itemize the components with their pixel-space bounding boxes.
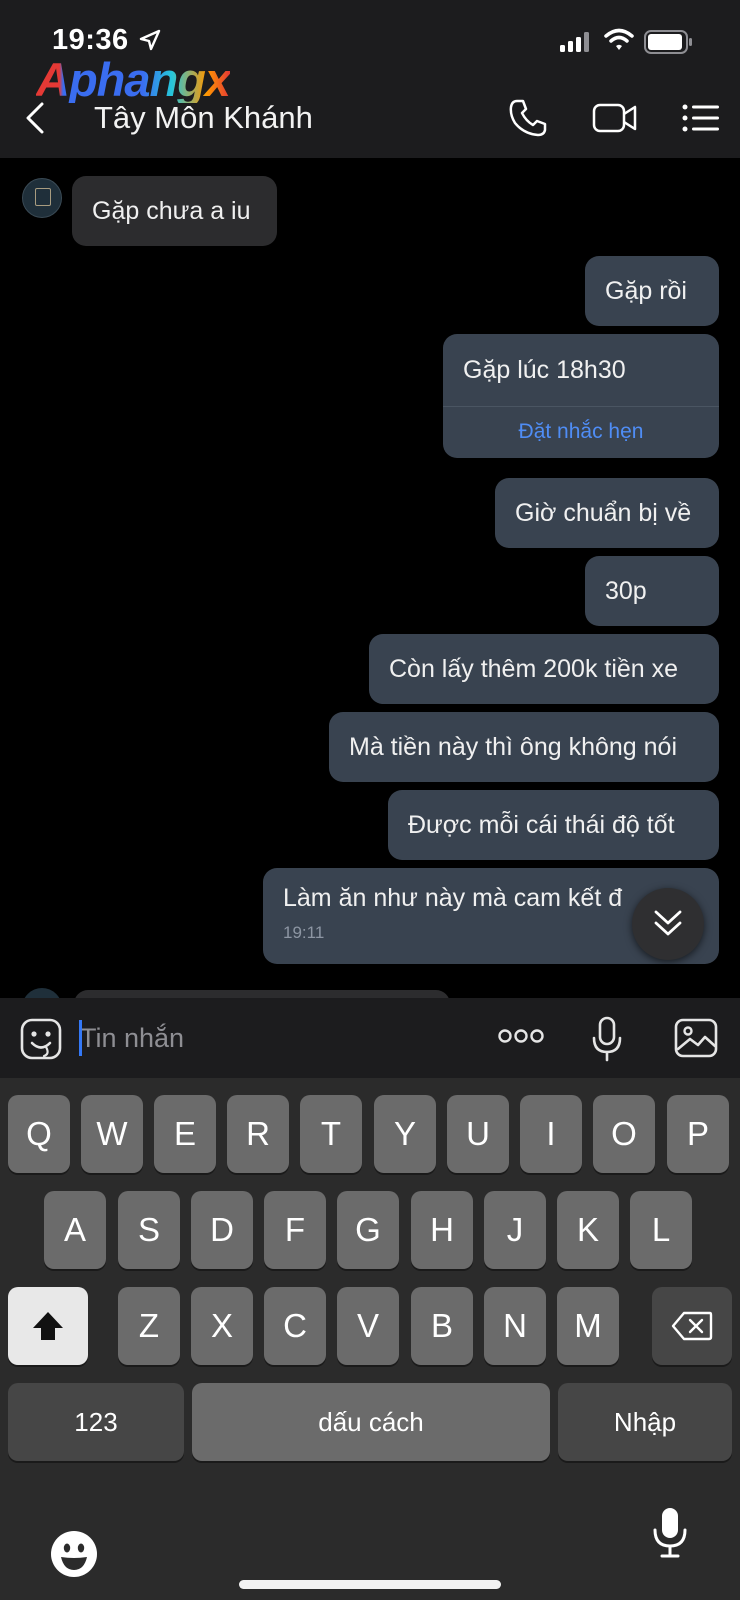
message-bubble-incoming[interactable] [74, 990, 450, 998]
key-y[interactable]: Y [374, 1095, 436, 1173]
chat-title[interactable]: Tây Môn Khánh [94, 100, 313, 136]
message-text: Mà tiền này thì ông không nói [349, 732, 678, 761]
options-menu-icon[interactable] [682, 104, 720, 132]
message-bubble-outgoing[interactable]: Được mỗi cái thái độ tốt [388, 790, 719, 860]
key-a[interactable]: A [44, 1191, 106, 1269]
double-chevron-down-icon [654, 910, 682, 936]
backspace-icon [671, 1311, 713, 1341]
key-g[interactable]: G [337, 1191, 399, 1269]
sticker-icon[interactable] [20, 1018, 62, 1060]
on-screen-keyboard: Q W E R T Y U I O P A S D F G H J K L Z … [0, 1078, 740, 1600]
message-bubble-outgoing[interactable]: Mà tiền này thì ông không nói [329, 712, 719, 782]
more-options-icon[interactable] [498, 1028, 544, 1044]
message-text: Giờ chuẩn bị về [515, 498, 692, 527]
numbers-key[interactable]: 123 [8, 1383, 184, 1461]
dictation-mic-icon[interactable] [652, 1506, 688, 1560]
key-d[interactable]: D [191, 1191, 253, 1269]
key-u[interactable]: U [447, 1095, 509, 1173]
home-indicator [239, 1580, 501, 1589]
back-chevron-icon[interactable] [22, 100, 52, 136]
phone-call-icon[interactable] [508, 98, 548, 138]
message-bubble-outgoing[interactable]: Giờ chuẩn bị về [495, 478, 719, 548]
key-h[interactable]: H [411, 1191, 473, 1269]
message-bubble-outgoing[interactable]: 30p [585, 556, 719, 626]
message-list[interactable]: Gặp chưa a iu Gặp rồi Gặp lúc 18h30 Đặt … [0, 158, 740, 998]
message-text: 30p [605, 576, 647, 605]
key-k[interactable]: K [557, 1191, 619, 1269]
shift-key[interactable] [8, 1287, 88, 1365]
message-bubble-outgoing[interactable]: Còn lấy thêm 200k tiền xe [369, 634, 719, 704]
video-call-icon[interactable] [592, 102, 638, 134]
watermark-logo: Aphangx [36, 53, 231, 106]
top-bar: 19:36 Aphangx Tây Môn Khánh [0, 0, 740, 158]
key-m[interactable]: M [557, 1287, 619, 1365]
wifi-icon [604, 28, 634, 50]
voice-message-icon[interactable] [592, 1016, 622, 1062]
emoji-keyboard-icon[interactable] [50, 1530, 98, 1578]
message-input[interactable] [80, 1016, 480, 1060]
image-gallery-icon[interactable] [674, 1018, 718, 1058]
key-z[interactable]: Z [118, 1287, 180, 1365]
key-j[interactable]: J [484, 1191, 546, 1269]
key-s[interactable]: S [118, 1191, 180, 1269]
text-caret [79, 1020, 82, 1056]
key-w[interactable]: W [81, 1095, 143, 1173]
shift-arrow-icon [33, 1312, 63, 1340]
message-bubble-incoming[interactable]: Gặp chưa a iu [72, 176, 277, 246]
key-x[interactable]: X [191, 1287, 253, 1365]
battery-icon [644, 30, 692, 54]
key-r[interactable]: R [227, 1095, 289, 1173]
space-key[interactable]: dấu cách [192, 1383, 550, 1461]
contact-avatar[interactable] [22, 178, 62, 218]
key-f[interactable]: F [264, 1191, 326, 1269]
key-v[interactable]: V [337, 1287, 399, 1365]
message-text: Gặp lúc 18h30 [463, 355, 626, 384]
key-c[interactable]: C [264, 1287, 326, 1365]
message-composer [0, 998, 740, 1078]
key-e[interactable]: E [154, 1095, 216, 1173]
contact-avatar[interactable] [22, 988, 62, 998]
message-bubble-outgoing[interactable]: Gặp lúc 18h30 Đặt nhắc hẹn [443, 334, 719, 458]
key-q[interactable]: Q [8, 1095, 70, 1173]
location-arrow-icon [139, 29, 161, 51]
backspace-key[interactable] [652, 1287, 732, 1365]
message-text: Gặp chưa a iu [92, 196, 251, 225]
cellular-signal-icon [560, 32, 589, 52]
message-text: Còn lấy thêm 200k tiền xe [389, 654, 679, 683]
set-reminder-link[interactable]: Đặt nhắc hẹn [443, 407, 719, 457]
key-p[interactable]: P [667, 1095, 729, 1173]
key-b[interactable]: B [411, 1287, 473, 1365]
message-text: Gặp rồi [605, 276, 687, 305]
key-t[interactable]: T [300, 1095, 362, 1173]
key-n[interactable]: N [484, 1287, 546, 1365]
key-o[interactable]: O [593, 1095, 655, 1173]
message-bubble-outgoing[interactable]: Gặp rồi [585, 256, 719, 326]
message-text: Được mỗi cái thái độ tốt [408, 810, 675, 839]
return-key[interactable]: Nhập [558, 1383, 732, 1461]
key-l[interactable]: L [630, 1191, 692, 1269]
scroll-to-bottom-button[interactable] [632, 888, 704, 960]
key-i[interactable]: I [520, 1095, 582, 1173]
